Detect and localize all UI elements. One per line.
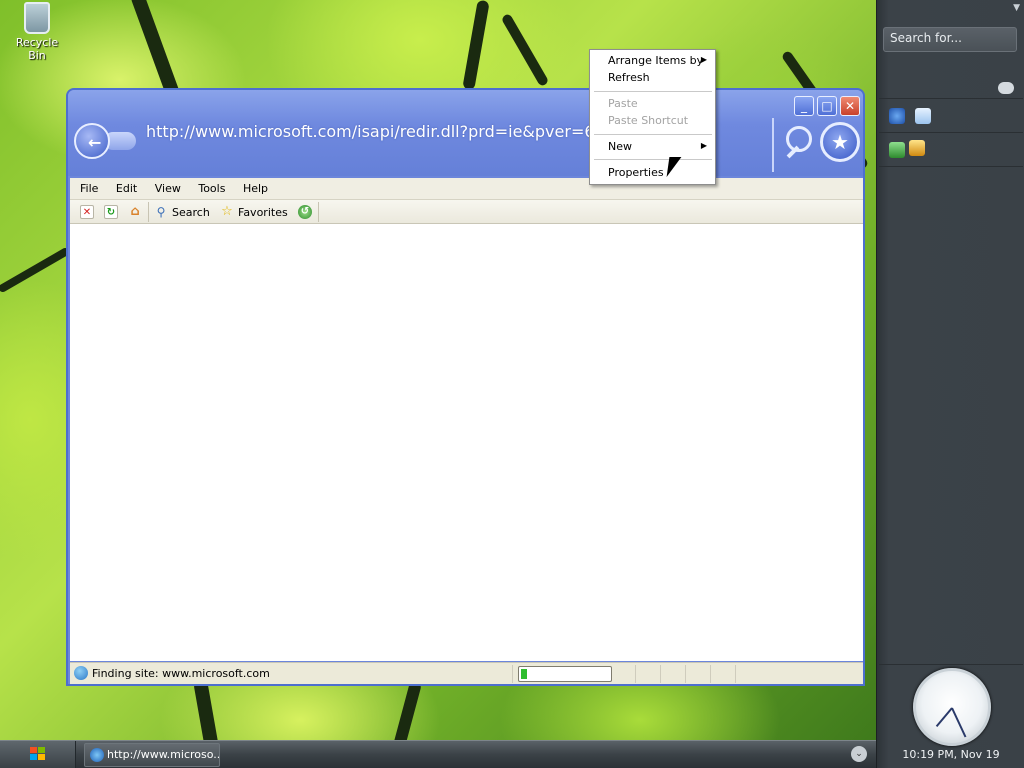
status-divider [635, 665, 636, 683]
status-text: Finding site: www.microsoft.com [92, 667, 270, 680]
status-bar: Finding site: www.microsoft.com [70, 662, 863, 684]
status-divider [512, 665, 513, 683]
submenu-arrow-icon: ▶ [700, 141, 707, 150]
chat-bubble-icon[interactable] [998, 82, 1014, 94]
ctx-new-label: New [608, 140, 632, 153]
browser-titlebar[interactable]: ← http://www.microsoft.com/isapi/redir.d… [68, 90, 863, 176]
windows-logo-icon [30, 747, 46, 761]
page-content[interactable] [70, 224, 863, 661]
favorites-label: Favorites [238, 205, 288, 219]
analog-clock[interactable] [913, 668, 991, 746]
sidebar-divider [879, 132, 1023, 133]
sidebar-divider [879, 98, 1023, 99]
desktop-context-menu: Arrange Items by ▶ Refresh Paste Paste S… [589, 49, 716, 185]
address-bar[interactable]: http://www.microsoft.com/isapi/redir.dll… [146, 122, 606, 144]
taskbar: http://www.microso... ⌄ [0, 740, 876, 768]
status-divider [735, 665, 736, 683]
recycle-bin-label: Recycle Bin [15, 36, 59, 62]
start-button[interactable] [0, 741, 76, 768]
taskbar-ie-button[interactable]: http://www.microso... [84, 743, 220, 767]
gadget-icon-3[interactable] [889, 142, 905, 158]
sidebar-divider [879, 664, 1023, 665]
ctx-separator [594, 134, 712, 135]
ctx-properties-label: Properties [608, 166, 664, 179]
minimize-button[interactable]: _ [794, 96, 814, 116]
home-icon: ⌂ [130, 204, 140, 219]
tray-expand-icon[interactable]: ⌄ [851, 746, 867, 762]
ctx-separator [594, 91, 712, 92]
ctx-paste-label: Paste [608, 97, 638, 110]
favorites-star-icon: ☆ [221, 204, 233, 219]
browser-window: ← http://www.microsoft.com/isapi/redir.d… [66, 88, 865, 686]
ctx-arrange-items-label: Arrange Items by [608, 54, 704, 67]
menu-view[interactable]: View [145, 178, 181, 195]
ctx-properties[interactable]: Properties [590, 166, 715, 183]
loading-progress-bar [518, 666, 612, 682]
refresh-icon: ↻ [104, 205, 118, 219]
status-divider [710, 665, 711, 683]
progress-fill [521, 669, 527, 679]
ctx-paste-shortcut-label: Paste Shortcut [608, 114, 689, 127]
search-toolbar-button[interactable]: ⚲ Search [154, 203, 210, 221]
maximize-button[interactable]: □ [817, 96, 837, 116]
ie-icon [90, 748, 104, 762]
ctx-new[interactable]: New ▶ [590, 140, 715, 157]
toolbar-separator [148, 202, 149, 222]
sidebar-menu-arrow-icon[interactable]: ▼ [1013, 3, 1020, 13]
ctx-separator [594, 159, 712, 160]
recycle-bin[interactable]: Recycle Bin [6, 2, 68, 62]
menu-bar: File Edit View Tools Help [70, 178, 863, 200]
sidebar-divider [879, 166, 1023, 167]
favorites-toolbar-button[interactable]: ☆ Favorites [220, 203, 288, 221]
search-icon: ⚲ [156, 205, 166, 219]
favorites-star-button[interactable]: ★ [820, 122, 860, 162]
home-button[interactable]: ⌂ [128, 203, 142, 221]
gadget-icon-1[interactable] [889, 108, 905, 124]
taskbar-ie-label: http://www.microso... [107, 748, 220, 761]
sidebar-search-input[interactable]: Search for... [883, 27, 1017, 52]
refresh-button[interactable]: ↻ [104, 203, 118, 221]
ctx-refresh-label: Refresh [608, 71, 650, 84]
menu-tools[interactable]: Tools [188, 178, 225, 195]
clock-minute-hand [951, 707, 967, 738]
status-divider [660, 665, 661, 683]
menu-edit[interactable]: Edit [106, 178, 137, 195]
ctx-paste-shortcut[interactable]: Paste Shortcut [590, 114, 715, 131]
ctx-arrange-items[interactable]: Arrange Items by ▶ [590, 54, 715, 71]
submenu-arrow-icon: ▶ [700, 55, 707, 64]
history-icon: ↺ [298, 205, 312, 219]
stop-button[interactable]: ✕ [80, 203, 94, 221]
stop-icon: ✕ [80, 205, 94, 219]
search-label: Search [172, 205, 210, 219]
toolbar-separator [318, 202, 319, 222]
sidebar-header: ▼ [877, 0, 1024, 18]
status-divider [685, 665, 686, 683]
gadget-icon-4[interactable] [909, 140, 925, 156]
loading-globe-icon [74, 666, 88, 680]
ctx-paste[interactable]: Paste [590, 97, 715, 114]
ctx-refresh[interactable]: Refresh [590, 71, 715, 88]
menu-help[interactable]: Help [233, 178, 268, 195]
standard-toolbar: ✕ ↻ ⌂ ⚲ Search ☆ Favorites ↺ [70, 200, 863, 224]
back-arrow-icon: ← [88, 133, 102, 152]
gadget-icon-2[interactable] [915, 108, 931, 124]
history-button[interactable]: ↺ [298, 203, 312, 221]
clock-label: 10:19 PM, Nov 19 [902, 748, 1000, 761]
close-button[interactable]: ✕ [840, 96, 860, 116]
back-button[interactable]: ← [74, 123, 110, 159]
sidebar: ▼ Search for... 10:19 PM, Nov 19 [876, 0, 1024, 768]
clock-hour-hand [935, 707, 953, 728]
toolbar-divider [772, 118, 774, 172]
menu-file[interactable]: File [70, 178, 98, 195]
recycle-bin-icon [24, 2, 50, 34]
